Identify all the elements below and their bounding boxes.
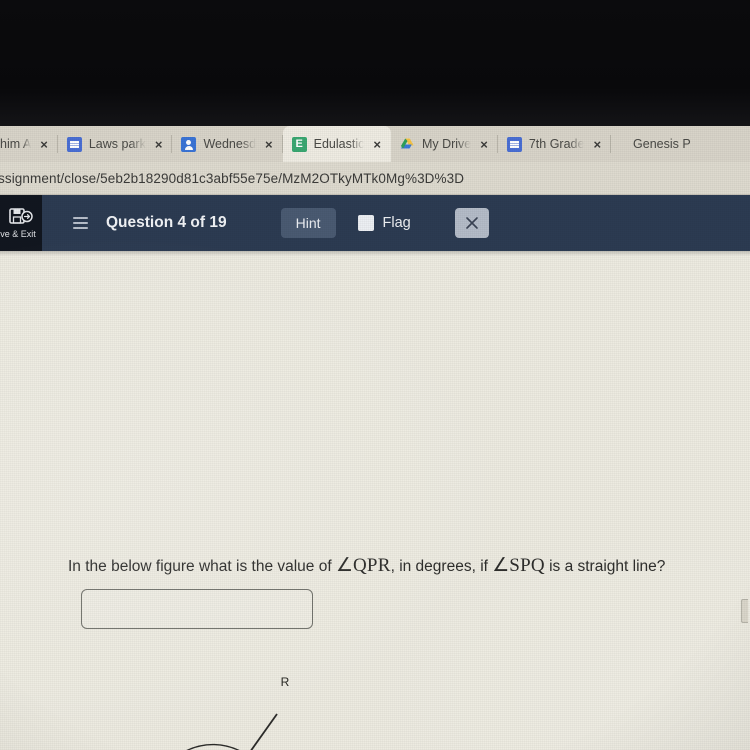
- flag-label: Flag: [382, 215, 411, 231]
- address-bar-url: ssignment/close/5eb2b18290d81c3abf55e75e…: [0, 171, 465, 186]
- browser-tab-wednesday[interactable]: Wednesd ×: [172, 126, 283, 162]
- save-and-exit-button[interactable]: ve & Exit: [0, 195, 42, 251]
- question-content-area: In the below figure what is the value of…: [0, 251, 750, 750]
- tab-close-icon[interactable]: ×: [38, 138, 50, 151]
- hamburger-bar: [72, 222, 88, 224]
- photographed-screen: him A × Laws park × Wednesd × Edulastic …: [0, 0, 750, 750]
- hamburger-menu-icon[interactable]: [60, 195, 100, 251]
- question-counter-title: Question 4 of 19: [106, 214, 227, 231]
- browser-tab-label: Genesis P: [633, 137, 691, 151]
- browser-window: him A × Laws park × Wednesd × Edulastic …: [0, 126, 750, 750]
- screen-bezel-top: [0, 0, 750, 126]
- google-forms-icon: [506, 136, 522, 152]
- close-assessment-button[interactable]: [454, 208, 489, 238]
- address-bar[interactable]: ssignment/close/5eb2b18290d81c3abf55e75e…: [0, 162, 750, 195]
- point-label-r: R: [281, 675, 290, 689]
- question-prompt: In the below figure what is the value of…: [68, 554, 728, 579]
- google-drive-icon: [400, 137, 415, 152]
- assessment-header: ve & Exit Question 4 of 19 Hint Flag: [0, 195, 750, 251]
- tab-close-icon[interactable]: ×: [371, 138, 383, 151]
- angle-qpr-label: QPR: [353, 555, 391, 576]
- browser-tab-label: Edulastic: [313, 137, 365, 151]
- hamburger-bar: [72, 227, 88, 229]
- question-text-part3: is a straight line?: [544, 558, 666, 575]
- hamburger-bar: [72, 217, 88, 219]
- flag-toggle[interactable]: Flag: [357, 215, 411, 231]
- offscreen-panel-edge: [741, 599, 748, 623]
- geometry-diagram-svg: 119º R S P Q: [186, 675, 290, 750]
- google-forms-icon: [66, 136, 82, 152]
- answer-input[interactable]: [81, 589, 313, 629]
- browser-tab-him-a[interactable]: him A ×: [0, 126, 58, 162]
- angle-arc-119: [186, 743, 240, 750]
- tab-close-icon[interactable]: ×: [478, 138, 490, 151]
- angle-symbol: ∠: [335, 555, 354, 576]
- save-and-exit-icon: [9, 207, 33, 227]
- browser-tab-my-drive[interactable]: My Drive ×: [391, 126, 498, 162]
- edulastic-icon: [291, 136, 307, 152]
- browser-tab-label: Laws park: [88, 137, 146, 151]
- angle-spq-label: SPQ: [509, 555, 545, 576]
- hint-button[interactable]: Hint: [280, 208, 336, 238]
- tab-close-icon[interactable]: ×: [153, 138, 165, 151]
- browser-tab-edulastic[interactable]: Edulastic ×: [282, 126, 391, 162]
- save-and-exit-label: ve & Exit: [0, 229, 36, 239]
- tab-close-icon[interactable]: ×: [263, 138, 275, 151]
- browser-tab-strip: him A × Laws park × Wednesd × Edulastic …: [0, 126, 750, 162]
- browser-tab-label: 7th Grade: [528, 137, 585, 151]
- close-icon: [465, 217, 478, 229]
- angle-symbol: ∠: [492, 555, 510, 576]
- header-drop-shadow: [0, 251, 750, 256]
- browser-tab-label: Wednesd: [203, 137, 257, 151]
- google-contacts-icon: [181, 136, 197, 152]
- flag-checkbox[interactable]: [357, 215, 374, 231]
- question-text-part1: In the below figure what is the value of: [68, 558, 336, 575]
- geometry-figure: 119º R S P Q: [60, 666, 400, 750]
- browser-tab-label: him A: [0, 137, 32, 151]
- browser-tab-label: My Drive: [421, 137, 472, 151]
- question-text-part2: , in degrees, if: [390, 558, 493, 575]
- browser-tab-genesis[interactable]: Genesis P: [611, 126, 699, 162]
- browser-tab-laws-park[interactable]: Laws park ×: [58, 126, 173, 162]
- tab-close-icon[interactable]: ×: [591, 138, 603, 151]
- browser-tab-7th-grade[interactable]: 7th Grade ×: [498, 126, 612, 162]
